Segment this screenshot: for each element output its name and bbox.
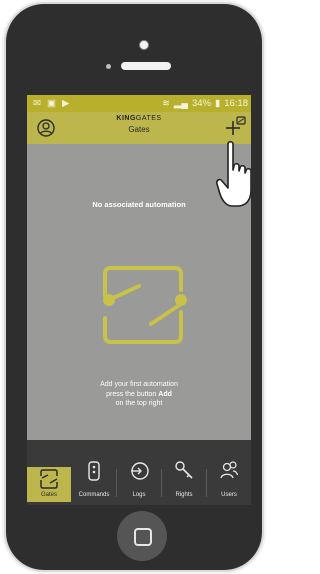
status-indicators: ≋ ▂▄ 34% ▮ 16:18: [162, 98, 248, 109]
tab-label: Logs: [132, 492, 146, 498]
tab-label: Rights: [175, 492, 193, 498]
instruction-line-1: Add your first automation: [100, 381, 178, 388]
status-bar: ✉ ▣ ▶ ≋ ▂▄ 34% ▮ 16:18: [27, 95, 251, 112]
app-screen: ✉ ▣ ▶ ≋ ▂▄ 34% ▮ 16:18 KINGGATES Gates N…: [27, 95, 251, 505]
tab-commands[interactable]: Commands: [72, 440, 116, 502]
clock: 16:18: [224, 98, 248, 109]
wifi-icon: ≋: [161, 98, 170, 109]
gate-icon: [40, 469, 58, 489]
tab-label: Users: [221, 492, 237, 498]
battery-percent: 34%: [191, 98, 211, 109]
instruction-line-3: on the top right: [115, 400, 163, 407]
users-icon: [220, 461, 239, 479]
empty-state-instructions: Add your first automation press the butt…: [27, 380, 251, 409]
gallery-icon: ▣: [46, 98, 56, 109]
bottom-tab-bar: Gates Commands Logs Rights Users: [27, 440, 251, 505]
tab-users[interactable]: Users: [207, 440, 251, 502]
message-icon: ✉: [33, 98, 41, 109]
tab-rights[interactable]: Rights: [162, 440, 206, 502]
logs-icon: [131, 462, 149, 480]
remote-icon: [88, 461, 100, 481]
play-icon: ▶: [61, 98, 70, 109]
instruction-line-2: press the button Add: [106, 390, 172, 398]
brand-logo: KINGGATES: [116, 115, 162, 122]
add-gate-icon: [226, 116, 246, 135]
tab-gates[interactable]: Gates: [27, 467, 71, 502]
empty-state-title: No associated automation: [92, 200, 186, 209]
battery-icon: ▮: [214, 98, 221, 109]
status-notifications: ✉ ▣ ▶: [33, 98, 69, 109]
gate-illustration-icon: [97, 260, 187, 355]
camera: [139, 40, 149, 50]
proximity-sensor: [106, 64, 111, 69]
earpiece-speaker: [121, 62, 171, 70]
tab-label: Gates: [40, 492, 57, 498]
add-automation-button[interactable]: [225, 115, 247, 142]
home-button[interactable]: [117, 511, 167, 561]
page-title: Gates: [128, 125, 150, 134]
signal-icon: ▂▄: [173, 98, 188, 109]
key-icon: [175, 461, 193, 479]
home-square-icon: [134, 528, 152, 546]
tab-label: Commands: [78, 492, 110, 498]
tab-logs[interactable]: Logs: [117, 440, 161, 502]
